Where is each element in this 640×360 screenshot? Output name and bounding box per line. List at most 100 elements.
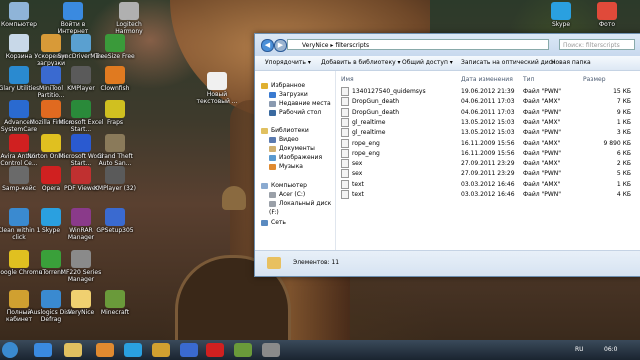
file-date: 04.06.2011 17:03 [461, 98, 515, 106]
navigation-bar: ◀ ▶ VeryNice ▸ filterscripts Поиск: filt… [255, 34, 640, 56]
nav-item-icon [269, 200, 276, 207]
desktop-icon[interactable]: Fraps [90, 100, 140, 126]
column-type[interactable]: Тип [523, 76, 535, 83]
nav-item[interactable]: Недавние места [269, 99, 331, 108]
app-icon [597, 2, 617, 20]
nav-item[interactable]: Музыка [269, 162, 303, 171]
file-name: gl_realtime [352, 118, 386, 126]
file-type: Файл "AMX" [523, 98, 561, 106]
file-row[interactable]: sex 27.09.2011 23:29 Файл "AMX" 2 КБ [337, 159, 637, 169]
desktop-icon[interactable]: KMPlayer (32) [90, 166, 140, 192]
file-icon [341, 190, 349, 199]
file-icon [341, 107, 349, 117]
file-date: 13.05.2012 15:03 [461, 129, 515, 137]
nav-item[interactable]: Локальный диск (F:) [269, 199, 335, 216]
new-folder-button[interactable]: Новая папка [551, 56, 591, 70]
organize-button[interactable]: Упорядочить ▾ [265, 56, 311, 70]
file-row[interactable]: rope_eng 16.11.2009 15:56 Файл "PWN" 6 КБ [337, 148, 637, 159]
nav-item-label: Избранное [271, 82, 306, 89]
nav-item[interactable]: Документы [269, 144, 315, 153]
desktop-icon-label: GPSetup305 [96, 227, 134, 234]
nav-item[interactable]: Загрузки [269, 90, 308, 99]
file-row[interactable]: 1340127540_quidemsys 19.06.2012 21:39 Файл… [337, 87, 637, 97]
back-button[interactable]: ◀ [261, 39, 274, 52]
clock[interactable]: 06:0 [604, 346, 617, 353]
nav-item[interactable]: Acer (C:) [269, 190, 305, 199]
desktop-icon-label: Clownfish [100, 85, 130, 92]
file-name-cell: rope_eng [341, 148, 380, 159]
file-icon [341, 159, 349, 169]
desktop-icon[interactable]: Полный кабинет [0, 290, 44, 323]
burn-disc-button[interactable]: Записать на оптический диск [461, 56, 556, 70]
nav-item[interactable]: Изображения [269, 153, 322, 162]
game-taskbar-icon[interactable] [234, 343, 252, 357]
file-row[interactable]: gl_realtime 13.05.2012 15:03 Файл "PWN" 3 К… [337, 128, 637, 138]
desktop-icon[interactable]: Фото [582, 2, 632, 28]
nav-item[interactable]: Видео [269, 135, 299, 144]
skype-taskbar-icon[interactable] [124, 343, 142, 357]
shield-taskbar-icon[interactable] [152, 343, 170, 357]
bell-icon [222, 186, 246, 210]
nav-item[interactable]: Компьютер [261, 181, 307, 190]
forward-button[interactable]: ▶ [274, 39, 287, 52]
desktop-icon[interactable]: Компьютер [0, 2, 44, 28]
desktop-icon[interactable]: Войти в Интернет [48, 2, 98, 35]
network-taskbar-icon[interactable] [180, 343, 198, 357]
desktop-icon[interactable]: Minecraft [90, 290, 140, 316]
app-icon [71, 290, 91, 308]
tool-taskbar-icon[interactable] [262, 343, 280, 357]
nav-item[interactable]: Сеть [261, 218, 286, 227]
column-name[interactable]: Имя [341, 76, 354, 83]
app-icon [119, 2, 139, 20]
file-row[interactable]: DropGun_death 04.06.2011 17:03 Файл "AMX" 7… [337, 97, 637, 107]
file-size: 15 КБ [613, 88, 631, 95]
desktop-icon[interactable]: TreeSize Free [90, 34, 140, 60]
desktop-icon[interactable]: Grand Theft Auto San... [90, 134, 140, 167]
desktop-icon[interactable]: Clownfish [90, 66, 140, 92]
file-row[interactable]: text 03.03.2012 16:46 Файл "PWN" 4 КБ [337, 190, 637, 200]
media-taskbar-icon[interactable] [96, 343, 114, 357]
explorer-taskbar-icon[interactable] [64, 343, 82, 357]
desktop-icon-label: KMPlayer (32) [93, 185, 136, 192]
start-taskbar-icon[interactable] [2, 342, 18, 358]
nav-item-icon [261, 127, 268, 134]
share-button[interactable]: Общий доступ ▾ [402, 56, 453, 70]
nav-item-label: Локальный диск (F:) [269, 200, 332, 216]
nav-item-label: Музыка [279, 163, 303, 170]
file-row[interactable]: DropGun_death 04.06.2011 17:03 Файл "PWN" 9… [337, 107, 637, 118]
address-bar[interactable]: VeryNice ▸ filterscripts [287, 39, 549, 50]
file-icon [341, 87, 349, 96]
file-row[interactable]: rope_eng 16.11.2009 15:56 Файл "AMX" 9 890 … [337, 138, 637, 149]
desktop-icon[interactable]: MF220 Series Manager [56, 250, 106, 283]
file-icon [341, 97, 349, 107]
file-name-cell: sex [341, 169, 362, 179]
file-type: Файл "PWN" [523, 129, 562, 137]
file-size: 1 КБ [616, 180, 631, 188]
file-row[interactable]: gl_realtime 13.05.2012 15:03 Файл "AMX" 1 К… [337, 117, 637, 128]
nav-item[interactable]: Избранное [261, 81, 305, 90]
file-row[interactable]: sex 27.09.2011 23:29 Файл "PWN" 5 КБ [337, 169, 637, 179]
nav-item[interactable]: Рабочий стол [269, 108, 321, 117]
desktop-icon[interactable]: Новый текстовый ... [192, 72, 242, 105]
desktop-icon-label: MF220 Series Manager [60, 269, 102, 283]
file-row[interactable]: text 03.03.2012 16:46 Файл "AMX" 1 КБ [337, 179, 637, 190]
desktop-icon[interactable]: GPSetup305 [90, 208, 140, 234]
folder-icon [267, 257, 281, 269]
search-input[interactable]: Поиск: filterscripts [559, 39, 635, 50]
file-size: 9 КБ [616, 108, 631, 116]
add-to-library-button[interactable]: Добавить в библиотеку ▾ [321, 56, 401, 70]
file-date: 16.11.2009 15:56 [461, 139, 515, 147]
opera-taskbar-icon[interactable] [206, 343, 224, 357]
nav-item[interactable]: Библиотеки [261, 126, 309, 135]
file-name-cell: gl_realtime [341, 128, 385, 138]
file-name-cell: text [341, 190, 364, 200]
desktop-icon[interactable]: Skype [536, 2, 586, 28]
desktop-icon[interactable]: Logitech Harmony [104, 2, 154, 35]
explorer-window[interactable]: ◀ ▶ VeryNice ▸ filterscripts Поиск: filt… [254, 33, 640, 277]
desktop-icon-label: Logitech Harmony [115, 21, 143, 35]
app-icon [105, 166, 125, 184]
column-date[interactable]: Дата изменения [461, 76, 513, 83]
ie-taskbar-icon[interactable] [34, 343, 52, 357]
language-indicator[interactable]: RU [575, 346, 584, 353]
column-size[interactable]: Размер [583, 76, 606, 83]
